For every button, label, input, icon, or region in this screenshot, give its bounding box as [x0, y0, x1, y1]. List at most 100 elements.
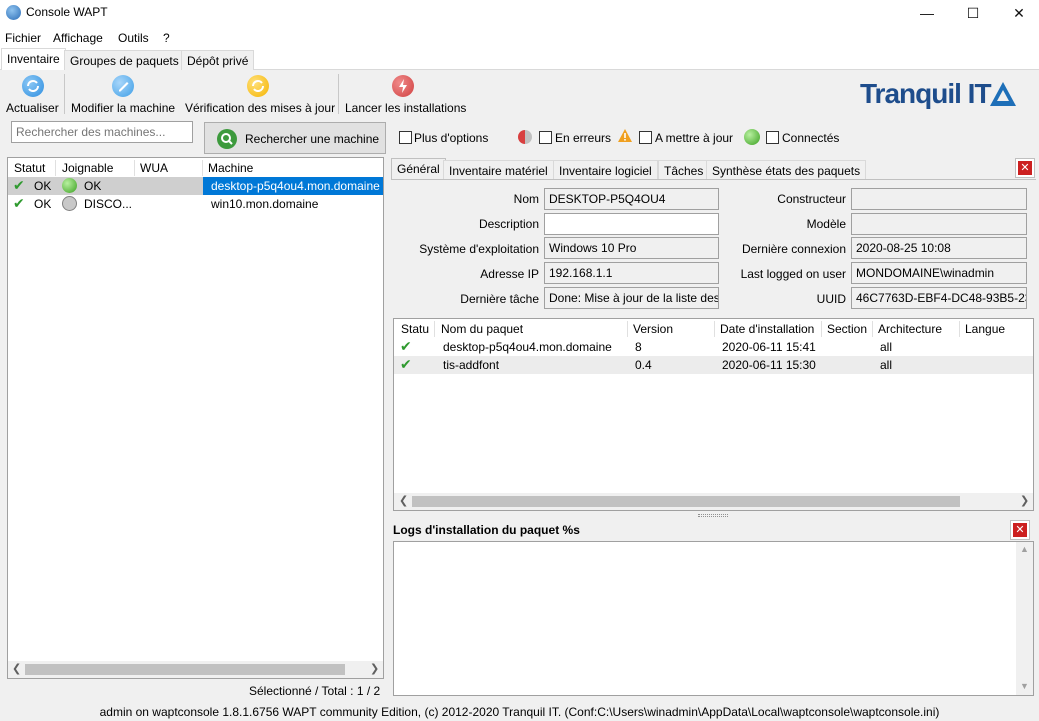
scroll-thumb[interactable]	[412, 496, 960, 507]
menu-affichage[interactable]: Affichage	[53, 31, 103, 45]
col-statu[interactable]: Statu	[401, 322, 429, 336]
warning-icon	[618, 129, 632, 142]
packages-horizontal-scrollbar[interactable]: ❮ ❯	[394, 493, 1033, 510]
field-modele[interactable]	[851, 213, 1027, 235]
search-icon	[217, 129, 237, 149]
col-version[interactable]: Version	[633, 322, 673, 336]
toolbar: Actualiser Modifier la machine Vérificat…	[0, 70, 1039, 118]
hosts-horizontal-scrollbar[interactable]: ❮ ❯	[8, 661, 383, 678]
maximize-button[interactable]: ☐	[950, 0, 996, 26]
field-constructeur[interactable]	[851, 188, 1027, 210]
tab-general[interactable]: Général	[391, 158, 446, 180]
search-input[interactable]	[11, 121, 193, 143]
detail-tabs: Général Inventaire matériel Inventaire l…	[391, 158, 1036, 180]
label-constructeur: Constructeur	[777, 192, 846, 206]
host-machine: desktop-p5q4ou4.mon.domaine	[203, 177, 383, 195]
col-architecture[interactable]: Architecture	[878, 322, 942, 336]
label-nom: Nom	[513, 192, 539, 206]
minimize-button[interactable]: —	[904, 0, 950, 26]
host-reachable: OK	[84, 179, 102, 193]
search-machine-button[interactable]: Rechercher une machine	[204, 122, 386, 154]
col-machine[interactable]: Machine	[208, 161, 253, 175]
refresh-icon	[22, 75, 44, 97]
col-date-installation[interactable]: Date d'installation	[720, 322, 814, 336]
menu-help[interactable]: ?	[163, 31, 170, 45]
sync-icon	[247, 75, 269, 97]
tab-inventaire-logiciel[interactable]: Inventaire logiciel	[553, 160, 658, 180]
field-derniere-connexion[interactable]: 2020-08-25 10:08	[851, 237, 1027, 259]
more-options-label: Plus d'options	[414, 131, 489, 145]
table-row[interactable]: ✔ desktop-p5q4ou4.mon.domaine 8 2020-06-…	[394, 338, 1033, 356]
lightning-icon	[392, 75, 414, 97]
table-row[interactable]: ✔ tis-addfont 0.4 2020-06-11 15:30 all	[394, 356, 1033, 374]
host-reachable: DISCO...	[84, 197, 133, 211]
close-icon: ✕	[1018, 161, 1032, 175]
menu-bar: Fichier Affichage Outils ?	[0, 26, 1039, 48]
logs-textarea[interactable]: ▲ ▼	[393, 541, 1034, 696]
scroll-right-icon[interactable]: ❯	[1020, 494, 1029, 507]
label-derniere-tache: Dernière tâche	[460, 292, 539, 306]
field-last-logged-user[interactable]: MONDOMAINE\winadmin	[851, 262, 1027, 284]
launch-installs-button[interactable]: Lancer les installations	[342, 70, 466, 118]
to-update-checkbox[interactable]	[639, 131, 652, 144]
menu-outils[interactable]: Outils	[118, 31, 149, 45]
connected-checkbox[interactable]	[766, 131, 779, 144]
table-row[interactable]: ✔ OK OK desktop-p5q4ou4.mon.domaine	[8, 177, 383, 195]
label-modele: Modèle	[806, 217, 846, 231]
pkg-arch: all	[880, 358, 893, 372]
pkg-version: 0.4	[635, 358, 652, 372]
packages-grid: Statu Nom du paquet Version Date d'insta…	[393, 318, 1034, 511]
tab-inventaire-materiel[interactable]: Inventaire matériel	[443, 160, 554, 180]
toolbar-separator	[64, 74, 65, 114]
tab-groupes-paquets[interactable]: Groupes de paquets	[64, 50, 185, 70]
close-logs-button[interactable]: ✕	[1010, 520, 1030, 540]
col-joignable[interactable]: Joignable	[62, 161, 113, 175]
tab-depot-prive[interactable]: Dépôt privé	[181, 50, 255, 70]
col-wua[interactable]: WUA	[140, 161, 168, 175]
label-uuid: UUID	[816, 292, 846, 306]
field-uuid[interactable]: 46C7763D-EBF4-DC48-93B5-238	[851, 287, 1027, 309]
edit-machine-button[interactable]: Modifier la machine	[69, 70, 179, 118]
pkg-date: 2020-06-11 15:30	[722, 358, 816, 372]
host-status: OK	[34, 179, 52, 193]
col-langue[interactable]: Langue	[965, 322, 1005, 336]
logo-triangle-icon	[990, 82, 1016, 106]
scroll-thumb[interactable]	[25, 664, 345, 675]
label-os: Système d'exploitation	[419, 242, 539, 256]
ok-check-icon: ✔	[13, 195, 25, 211]
menu-fichier[interactable]: Fichier	[5, 31, 41, 45]
col-statut[interactable]: Statut	[14, 161, 45, 175]
more-options-checkbox[interactable]	[399, 131, 412, 144]
field-nom[interactable]: DESKTOP-P5Q4OU4	[544, 188, 719, 210]
tab-inventaire[interactable]: Inventaire	[1, 48, 66, 70]
close-panel-button[interactable]: ✕	[1015, 158, 1035, 178]
col-nom-paquet[interactable]: Nom du paquet	[441, 322, 523, 336]
tab-synthese-paquets[interactable]: Synthèse états des paquets	[706, 160, 867, 180]
scroll-down-icon[interactable]: ▼	[1020, 681, 1029, 691]
scroll-left-icon[interactable]: ❮	[12, 662, 21, 675]
check-updates-button[interactable]: Vérification des mises à jour	[182, 70, 335, 118]
window-title: Console WAPT	[26, 5, 108, 19]
scroll-left-icon[interactable]: ❮	[399, 494, 408, 507]
field-os[interactable]: Windows 10 Pro	[544, 237, 719, 259]
status-bar: admin on waptconsole 1.8.1.6756 WAPT com…	[99, 705, 940, 719]
scroll-right-icon[interactable]: ❯	[370, 662, 379, 675]
refresh-button[interactable]: Actualiser	[4, 70, 62, 118]
label-description: Description	[478, 217, 539, 231]
logs-vertical-scrollbar[interactable]: ▲ ▼	[1016, 542, 1033, 695]
main-tabs: Inventaire Groupes de paquets Dépôt priv…	[0, 48, 1039, 70]
tab-taches[interactable]: Tâches	[658, 160, 710, 180]
tranquil-it-logo: Tranquil IT	[860, 76, 1020, 112]
connected-label: Connectés	[782, 131, 840, 145]
col-section[interactable]: Section	[827, 322, 867, 336]
scroll-up-icon[interactable]: ▲	[1020, 544, 1029, 554]
close-window-button[interactable]: ✕	[996, 0, 1039, 26]
refresh-label: Actualiser	[6, 101, 59, 115]
field-derniere-tache[interactable]: Done: Mise à jour de la liste des	[544, 287, 719, 309]
table-row[interactable]: ✔ OK DISCO... win10.mon.domaine	[8, 195, 383, 213]
pkg-date: 2020-06-11 15:41	[722, 340, 816, 354]
field-ip[interactable]: 192.168.1.1	[544, 262, 719, 284]
errors-checkbox[interactable]	[539, 131, 552, 144]
field-description[interactable]	[544, 213, 719, 235]
splitter-handle[interactable]	[698, 514, 728, 517]
